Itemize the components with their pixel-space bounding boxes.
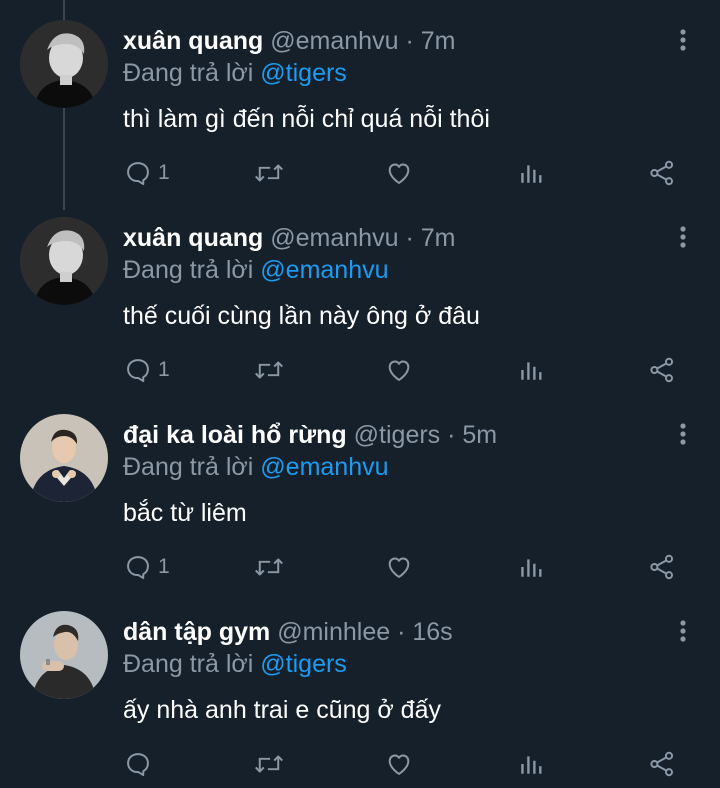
reply-button[interactable]: 1 — [124, 550, 170, 584]
retweet-button[interactable] — [254, 550, 284, 584]
display-name[interactable]: đại ka loài hổ rừng — [123, 421, 347, 449]
timestamp[interactable]: 7m — [421, 27, 456, 55]
tweet-actions: 1 — [120, 156, 700, 190]
stats-button[interactable] — [518, 550, 544, 584]
stats-button[interactable] — [518, 747, 544, 781]
replying-to-mention[interactable]: @emanhvu — [260, 453, 388, 481]
reply-icon — [127, 359, 149, 383]
reply-button[interactable]: 1 — [124, 353, 170, 387]
tweet-text: bắc từ liêm — [123, 499, 247, 527]
tweet-text: thế cuối cùng lần này ông ở đâu — [123, 302, 480, 330]
user-handle[interactable]: @minhlee — [277, 618, 390, 646]
more-vertical-icon[interactable] — [672, 26, 694, 56]
display-name[interactable]: dân tập gym — [123, 618, 270, 646]
reply-count: 1 — [158, 161, 170, 184]
share-button[interactable] — [648, 156, 676, 190]
avatar[interactable] — [20, 20, 108, 108]
avatar[interactable] — [20, 611, 108, 699]
share-icon — [650, 554, 674, 580]
stats-button[interactable] — [518, 353, 544, 387]
user-handle[interactable]: @tigers — [354, 421, 441, 449]
share-button[interactable] — [648, 747, 676, 781]
replying-to: Đang trả lời @emanhvu — [123, 452, 389, 482]
avatar[interactable] — [20, 414, 108, 502]
share-button[interactable] — [648, 353, 676, 387]
reply-thread: xuân quang @emanhvu · 7m Đang trả lời @t… — [0, 0, 720, 787]
more-vertical-icon[interactable] — [672, 420, 694, 450]
retweet-button[interactable] — [254, 156, 284, 190]
display-name[interactable]: xuân quang — [123, 27, 263, 55]
retweet-icon — [255, 558, 283, 576]
tweet-actions: 1 — [120, 353, 700, 387]
like-button[interactable] — [385, 156, 413, 190]
tweet-text: ấy nhà anh trai e cũng ở đấy — [123, 696, 441, 724]
retweet-button[interactable] — [254, 747, 284, 781]
retweet-icon — [255, 361, 283, 379]
stats-button[interactable] — [518, 156, 544, 190]
share-icon — [650, 160, 674, 186]
tweet-actions — [120, 747, 700, 781]
reply-icon — [127, 556, 149, 580]
like-button[interactable] — [385, 353, 413, 387]
replying-to: Đang trả lời @tigers — [123, 58, 347, 88]
tweet-header: xuân quang @emanhvu · 7m — [123, 26, 455, 56]
replying-to-mention[interactable]: @emanhvu — [260, 256, 388, 284]
replying-to-mention[interactable]: @tigers — [260, 59, 347, 87]
avatar[interactable] — [20, 217, 108, 305]
like-button[interactable] — [385, 747, 413, 781]
reply-count: 1 — [158, 555, 170, 578]
share-button[interactable] — [648, 550, 676, 584]
heart-icon — [388, 557, 410, 578]
reply-count: 1 — [158, 358, 170, 381]
reply-button[interactable] — [124, 747, 158, 781]
tweet-header: xuân quang @emanhvu · 7m — [123, 223, 455, 253]
separator-dot: · — [405, 224, 414, 252]
tweet-actions: 1 — [120, 550, 700, 584]
replying-to-mention[interactable]: @tigers — [260, 650, 347, 678]
share-icon — [650, 357, 674, 383]
more-vertical-icon[interactable] — [672, 223, 694, 253]
timestamp[interactable]: 16s — [412, 618, 452, 646]
stats-icon — [521, 362, 542, 380]
tweet-text: thì làm gì đến nỗi chỉ quá nỗi thôi — [123, 105, 490, 133]
separator-dot: · — [405, 27, 414, 55]
tweet-header: dân tập gym @minhlee · 16s — [123, 617, 453, 647]
replying-to: Đang trả lời @tigers — [123, 649, 347, 679]
timestamp[interactable]: 5m — [462, 421, 497, 449]
user-handle[interactable]: @emanhvu — [270, 27, 398, 55]
tweet[interactable]: dân tập gym @minhlee · 16s Đang trả lời … — [0, 591, 720, 788]
reply-button[interactable]: 1 — [124, 156, 170, 190]
heart-icon — [388, 360, 410, 381]
share-icon — [650, 751, 674, 777]
reply-icon — [127, 162, 149, 186]
display-name[interactable]: xuân quang — [123, 224, 263, 252]
tweet-header: đại ka loài hổ rừng @tigers · 5m — [123, 420, 497, 450]
reply-icon — [127, 753, 149, 777]
tweet[interactable]: đại ka loài hổ rừng @tigers · 5m Đang tr… — [0, 394, 720, 591]
user-handle[interactable]: @emanhvu — [270, 224, 398, 252]
replying-to-label: Đang trả lời — [123, 256, 254, 284]
more-vertical-icon[interactable] — [672, 617, 694, 647]
tweet[interactable]: xuân quang @emanhvu · 7m Đang trả lời @t… — [0, 0, 720, 197]
timestamp[interactable]: 7m — [421, 224, 456, 252]
retweet-button[interactable] — [254, 353, 284, 387]
heart-icon — [388, 754, 410, 775]
separator-dot: · — [397, 618, 406, 646]
replying-to-label: Đang trả lời — [123, 650, 254, 678]
stats-icon — [521, 559, 542, 577]
stats-icon — [521, 756, 542, 774]
retweet-icon — [255, 164, 283, 182]
replying-to-label: Đang trả lời — [123, 59, 254, 87]
like-button[interactable] — [385, 550, 413, 584]
retweet-icon — [255, 755, 283, 773]
replying-to-label: Đang trả lời — [123, 453, 254, 481]
heart-icon — [388, 163, 410, 184]
stats-icon — [521, 165, 542, 183]
replying-to: Đang trả lời @emanhvu — [123, 255, 389, 285]
separator-dot: · — [447, 421, 456, 449]
tweet[interactable]: xuân quang @emanhvu · 7m Đang trả lời @e… — [0, 197, 720, 394]
